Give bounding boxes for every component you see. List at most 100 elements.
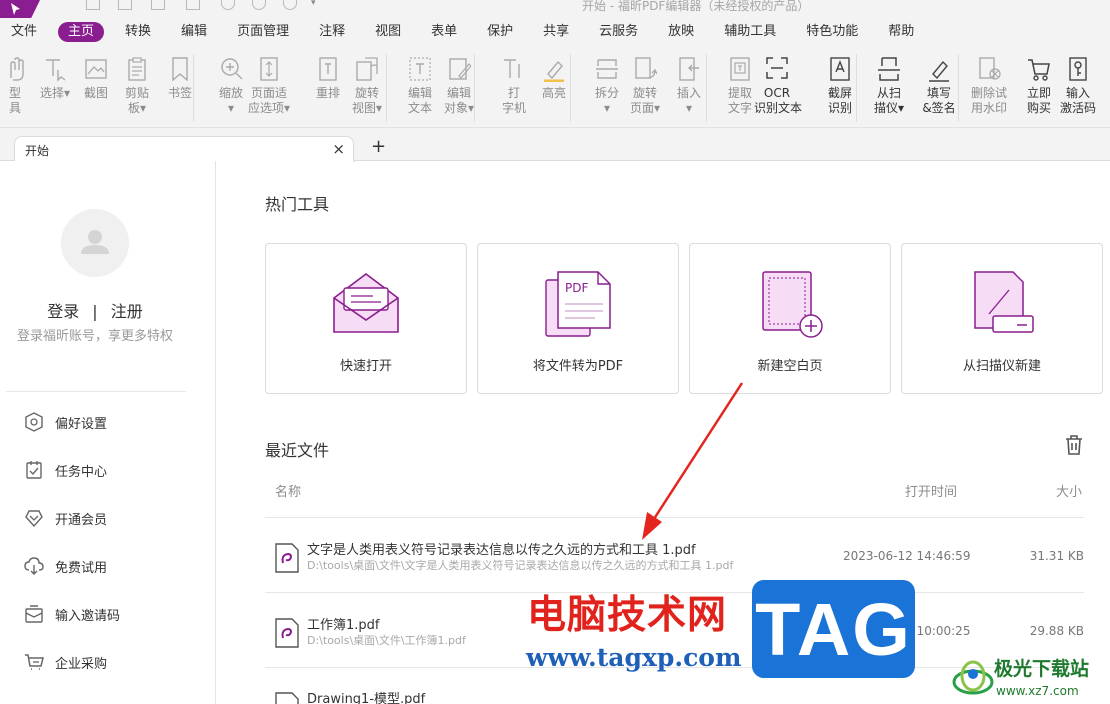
column-size[interactable]: 大小 — [1056, 481, 1082, 500]
menu-item-10[interactable]: 云服务 — [590, 22, 647, 42]
ribbon-button-3[interactable]: 剪贴 板▾ — [114, 56, 160, 116]
file-size: 31.31 KB — [1029, 549, 1084, 563]
card-label: 快速打开 — [339, 359, 392, 374]
ribbon-button-19[interactable]: 从扫 描仪▾ — [866, 56, 912, 116]
sidebar-item-4[interactable]: 输入邀请码 — [24, 603, 120, 625]
ribbon-button-18[interactable]: 截屏 识别 — [817, 56, 863, 116]
ribbon-button-10[interactable]: 编辑 对象▾ — [436, 56, 482, 116]
ribbon-button-24[interactable]: 换 管 — [1103, 56, 1110, 116]
register-link[interactable]: 注册 — [111, 302, 143, 321]
quick-open-icon[interactable] — [86, 0, 100, 10]
pdf-badge: PDF — [565, 281, 588, 295]
rotate-page-icon — [633, 56, 657, 82]
ribbon-button-2[interactable]: 截图 — [73, 56, 119, 101]
ribbon-label: 换 管 — [1103, 86, 1110, 116]
pdf-file-icon — [275, 543, 299, 573]
ribbon-button-8[interactable]: 旋转 视图▾ — [344, 56, 390, 116]
edit-object-icon — [447, 56, 471, 82]
ribbon-label: 旋转 页面▾ — [629, 86, 661, 115]
file-name: 文字是人类用表义符号记录表达信息以传之久远的方式和工具 1.pdf — [307, 543, 696, 558]
trash-icon[interactable] — [1064, 434, 1084, 456]
quick-new-icon[interactable] — [186, 0, 200, 10]
membership-icon — [24, 508, 44, 528]
add-tab-icon[interactable]: + — [371, 136, 386, 157]
ribbon-button-4[interactable]: 书签 — [157, 56, 203, 101]
menu-item-4[interactable]: 页面管理 — [228, 22, 298, 42]
ocr-icon — [765, 56, 789, 82]
sidebar-item-3[interactable]: 免费试用 — [24, 555, 107, 577]
ribbon-button-15[interactable]: 插入 ▾ — [666, 56, 712, 116]
cart-icon — [1027, 56, 1051, 82]
watermark-site-url: www.xz7.com — [996, 684, 1079, 698]
rotate-view-icon — [355, 56, 379, 82]
menu-item-0[interactable]: 文件 — [2, 22, 46, 42]
ribbon-button-17[interactable]: OCR 识别文本 — [754, 56, 802, 116]
card-quick-open[interactable]: 快速打开 — [265, 243, 467, 394]
sidebar-item-2[interactable]: 开通会员 — [24, 507, 107, 529]
ribbon-button-23[interactable]: 输入 激活码 — [1055, 56, 1101, 116]
menu-item-7[interactable]: 表单 — [422, 22, 466, 42]
tab-start[interactable]: 开始 × — [14, 136, 354, 162]
sidebar-item-label: 输入邀请码 — [55, 608, 121, 624]
activation-key-icon — [1066, 56, 1090, 82]
sidebar-item-0[interactable]: 偏好设置 — [24, 411, 107, 433]
menu-item-14[interactable]: 帮助 — [879, 22, 923, 42]
file-size: 29.88 KB — [1029, 624, 1084, 638]
card-convert-to-pdf[interactable]: PDF 将文件转为PDF — [477, 243, 679, 394]
bookmark-icon — [168, 56, 192, 82]
quick-access-dropdown-icon[interactable]: ▾ — [311, 0, 316, 8]
file-time: 2023-06-12 14:46:59 — [843, 549, 971, 563]
ribbon-label: 插入 ▾ — [676, 86, 701, 115]
ribbon-label: 截屏 识别 — [827, 86, 852, 115]
close-icon[interactable]: × — [332, 140, 345, 158]
card-label: 从扫描仪新建 — [962, 359, 1041, 374]
hand-icon — [3, 56, 27, 82]
split-icon — [595, 56, 619, 82]
login-divider: | — [92, 302, 98, 321]
ribbon-label: 从扫 描仪▾ — [873, 86, 905, 115]
menu-item-2[interactable]: 转换 — [116, 22, 160, 42]
menu-bar: 文件 主页 转换 编辑 页面管理 注释 视图 表单 保护 共享 云服务 放映 辅助工具 特色功能 帮助 — [0, 18, 1110, 46]
login-link[interactable]: 登录 — [47, 302, 79, 321]
quick-print-icon[interactable] — [151, 0, 165, 10]
hand-tool-icon[interactable] — [283, 0, 297, 10]
file-path: D:\tools\桌面\文件\工作簿1.pdf — [307, 634, 466, 647]
file-name: Drawing1-模型.pdf — [307, 692, 426, 704]
pdf-file-icon — [275, 618, 299, 648]
sidebar-item-5[interactable]: 企业采购 — [24, 651, 107, 673]
quick-save-icon[interactable] — [118, 0, 132, 10]
ribbon-button-21[interactable]: 删除试 用水印 — [966, 56, 1012, 116]
card-new-blank-page[interactable]: 新建空白页 — [689, 243, 891, 394]
tab-label: 开始 — [25, 144, 50, 158]
menu-item-1[interactable]: 主页 — [58, 22, 105, 42]
recent-files-title: 最近文件 — [265, 441, 330, 460]
ribbon-label: 编辑 对象▾ — [443, 86, 475, 115]
menu-item-3[interactable]: 编辑 — [172, 22, 216, 42]
card-new-from-scanner[interactable]: 从扫描仪新建 — [901, 243, 1103, 394]
ribbon-button-20[interactable]: 填写 &签名 — [916, 56, 962, 116]
menu-item-8[interactable]: 保护 — [478, 22, 522, 42]
app-logo — [0, 0, 40, 18]
select-text-icon — [43, 56, 67, 82]
menu-item-11[interactable]: 放映 — [659, 22, 703, 42]
avatar[interactable] — [61, 209, 129, 277]
preferences-icon — [24, 412, 44, 432]
enterprise-purchase-icon — [24, 652, 44, 672]
sidebar-item-1[interactable]: 任务中心 — [24, 459, 107, 481]
ribbon-button-14[interactable]: 旋转 页面▾ — [622, 56, 668, 116]
ribbon-button-1[interactable]: 选择▾ — [32, 56, 78, 101]
scanner-new-icon — [974, 271, 1034, 333]
menu-item-9[interactable]: 共享 — [534, 22, 578, 42]
card-label: 新建空白页 — [757, 359, 823, 374]
menu-item-12[interactable]: 辅助工具 — [715, 22, 785, 42]
ribbon-button-6[interactable]: 页面适 应选项▾ — [246, 56, 292, 116]
menu-item-13[interactable]: 特色功能 — [797, 22, 867, 42]
column-open-time[interactable]: 打开时间 — [905, 481, 957, 500]
ribbon-toolbar: 型 具选择▾ 截图 剪贴 板▾ 书签 缩放 ▾ 页面适 应选项▾ 重排 旋转 视图▾ 编辑 文本… — [0, 46, 1110, 128]
menu-item-6[interactable]: 视图 — [366, 22, 410, 42]
redo-icon[interactable] — [252, 0, 266, 10]
ribbon-button-12[interactable]: 高亮 — [531, 56, 577, 101]
undo-icon[interactable] — [221, 0, 235, 10]
menu-item-5[interactable]: 注释 — [310, 22, 354, 42]
column-name[interactable]: 名称 — [275, 481, 301, 500]
